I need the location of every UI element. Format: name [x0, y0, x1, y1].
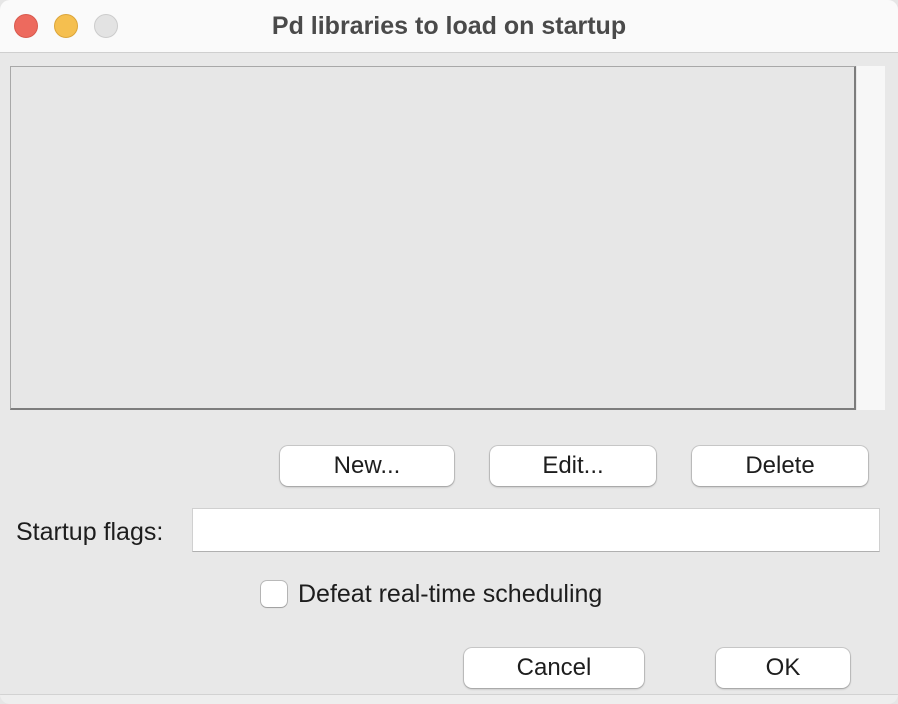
- underlying-window-edge: [0, 694, 898, 704]
- title-bar: Pd libraries to load on startup: [0, 0, 898, 53]
- edit-library-button[interactable]: Edit...: [490, 446, 656, 486]
- window-title: Pd libraries to load on startup: [271, 12, 627, 40]
- cancel-button[interactable]: Cancel: [464, 648, 644, 688]
- startup-flags-input[interactable]: [192, 508, 880, 552]
- delete-library-button[interactable]: Delete: [692, 446, 868, 486]
- library-list-scrollbar[interactable]: [857, 66, 885, 410]
- startup-flags-label: Startup flags:: [16, 518, 164, 546]
- preferences-window: Pd libraries to load on startup New... E…: [0, 0, 898, 704]
- library-list[interactable]: [10, 66, 856, 410]
- defeat-realtime-label[interactable]: Defeat real-time scheduling: [298, 580, 602, 609]
- defeat-realtime-checkbox[interactable]: [261, 581, 287, 607]
- new-library-button[interactable]: New...: [280, 446, 454, 486]
- ok-button[interactable]: OK: [716, 648, 850, 688]
